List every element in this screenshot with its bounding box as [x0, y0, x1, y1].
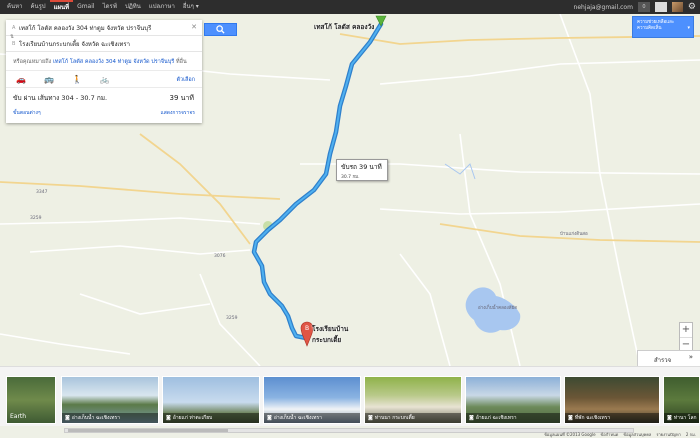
route-time: 39 นาที — [169, 94, 194, 102]
terms-link[interactable]: ข้อกำหนด — [601, 431, 619, 438]
road-number-2: 3259 — [30, 216, 42, 221]
earth-label: Earth — [10, 413, 27, 420]
svg-text:B: B — [305, 325, 309, 332]
car-icon[interactable]: 🚗 — [16, 75, 26, 84]
route-summary[interactable]: ขับ ผ่าน เส้นทาง 304 - 30.7 กม. 39 นาที … — [6, 88, 202, 123]
notifications-count[interactable]: 0 — [637, 2, 650, 12]
photo-thumbnail[interactable]: ◙ ที่พัก ฉะเชิงเทรา — [564, 376, 660, 424]
origin-marker-label: A — [12, 24, 16, 31]
road-number-4: 3259 — [226, 316, 238, 321]
earth-thumbnail[interactable]: Earth — [6, 376, 56, 424]
camera-icon: ◙ — [166, 415, 171, 421]
camera-icon: ◙ — [65, 415, 70, 421]
zoom-out-button[interactable]: − — [680, 337, 692, 351]
destination-input[interactable]: โรงเรียนบ้านกระบกเตี้ย จังหวัด ฉะเชิงเทร… — [19, 39, 130, 49]
photo-thumbnail[interactable]: ◙ อ่างเก็บน้ำ ฉะเชิงเทรา — [263, 376, 361, 424]
photo-thumbnail[interactable]: ◙ ท่านนา กระบกเตี้ย — [364, 376, 462, 424]
did-you-mean: หรือคุณหมายถึง เทสโก้ โลตัส คลองวัง 304 … — [6, 52, 202, 71]
start-marker-icon — [375, 15, 387, 27]
nav-calendar[interactable]: ปฏิทิน — [121, 0, 145, 14]
account-email[interactable]: nehjaja@gmail.com — [574, 4, 633, 11]
callout-distance: 30.7 กม. — [341, 175, 360, 180]
road-number-1: 3347 — [36, 190, 48, 195]
report-problem-link[interactable]: รายงานปัญหา — [656, 431, 681, 438]
travel-modes: 🚗 🚌 🚶 🚲 ตัวเลือก — [6, 71, 202, 88]
reservoir-label: อ่างเก็บน้ำคลองสียัด — [478, 306, 518, 311]
search-icon — [216, 25, 225, 34]
help-line-2: ความคิดเห็น — [637, 26, 662, 31]
camera-icon: ◙ — [568, 415, 573, 421]
help-feedback-button[interactable]: ความช่วยเหลือและ ความคิดเห็น ▾ — [632, 16, 694, 38]
photo-thumbnail[interactable]: ◙ อ่างเก็บน้ำ ฉะเชิงเทรา — [61, 376, 159, 424]
route-line — [251, 21, 384, 341]
camera-icon: ◙ — [469, 415, 474, 421]
place-label-village: บ้านแก่งดินสอ — [560, 232, 588, 237]
chevron-down-icon: ▾ — [687, 25, 690, 31]
suggest-prefix: หรือคุณหมายถึง — [13, 59, 52, 65]
share-button[interactable] — [654, 2, 667, 12]
origin-field[interactable]: A เทสโก้ โลตัส คลองวัง 304 ท่าตูม จังหวั… — [6, 20, 202, 36]
steps-link[interactable]: ขั้นตอนต่างๆ — [13, 109, 41, 117]
photo-thumbnail[interactable]: ◙ อ้ายแก่ ท่าตะเกียบ — [162, 376, 260, 424]
scrollbar-thumb[interactable] — [68, 429, 228, 432]
destination-field[interactable]: B โรงเรียนบ้านกระบกเตี้ย จังหวัด ฉะเชิงเ… — [6, 36, 202, 52]
traffic-link[interactable]: แสดงการจราจร — [160, 109, 195, 117]
callout-time: ขับรถ 39 นาที — [341, 163, 382, 171]
nav-gmail[interactable]: Gmail — [73, 0, 99, 14]
start-place-label[interactable]: เทสโก้ โลตัส คลองวัง — [314, 22, 374, 32]
map-footer: ข้อมูลแผนที่ ©2013 Google ข้อกำหนด ข้อมู… — [544, 431, 696, 438]
bicycle-icon[interactable]: 🚲 — [100, 75, 110, 84]
directions-panel: A เทสโก้ โลตัส คลองวัง 304 ท่าตูม จังหวั… — [6, 20, 202, 123]
top-nav: ค้นหา ค้นรูป แผนที่ Gmail ไดรฟ์ ปฏิทิน แ… — [3, 0, 203, 14]
road-number-3: 3076 — [214, 254, 226, 259]
nav-more[interactable]: อื่นๆ ▾ — [179, 0, 203, 14]
close-icon[interactable]: ✕ — [191, 23, 197, 31]
explore-label: สำรวจ — [654, 357, 672, 364]
end-place-label-2[interactable]: กระบกเตี้ย — [312, 335, 341, 345]
suggest-link[interactable]: เทสโก้ โลตัส คลองวัง 304 ท่าตูม จังหวัด … — [53, 59, 174, 65]
map-data-copyright: ข้อมูลแผนที่ ©2013 Google — [544, 432, 596, 437]
end-place-label-1[interactable]: โรงเรียนบ้าน — [312, 324, 348, 334]
options-link[interactable]: ตัวเลือก — [176, 76, 195, 84]
avatar[interactable] — [671, 2, 683, 12]
google-top-bar: ค้นหา ค้นรูป แผนที่ Gmail ไดรฟ์ ปฏิทิน แ… — [0, 0, 700, 14]
nav-images[interactable]: ค้นรูป — [26, 0, 49, 14]
destination-marker-label: B — [12, 40, 16, 47]
privacy-link[interactable]: ข้อมูลส่วนบุคคล — [623, 431, 651, 438]
nav-maps[interactable]: แผนที่ — [49, 0, 74, 14]
origin-input[interactable]: เทสโก้ โลตัส คลองวัง 304 ท่าตูม จังหวัด … — [19, 23, 151, 33]
explore-button[interactable]: สำรวจ » — [637, 350, 700, 366]
nav-search[interactable]: ค้นหา — [3, 0, 26, 14]
walk-icon[interactable]: 🚶 — [72, 75, 82, 84]
zoom-in-button[interactable]: + — [680, 323, 692, 337]
camera-icon: ◙ — [667, 415, 672, 421]
photo-thumbnail[interactable]: ◙ ท่านา โลก — [663, 376, 700, 424]
nav-translate[interactable]: แปลภาษา — [145, 0, 179, 14]
account-area: nehjaja@gmail.com 0 ⚙ — [574, 0, 700, 14]
scale-label: 2 กม. — [685, 432, 696, 437]
search-button[interactable] — [204, 23, 237, 36]
photo-strip: Earth ◙ อ่างเก็บน้ำ ฉะเชิงเทรา ◙ อ้ายแก่ ท… — [0, 366, 700, 426]
route-via: ขับ ผ่าน เส้นทาง 304 - 30.7 กม. — [13, 94, 108, 102]
chevron-double-down-icon: » — [688, 353, 693, 361]
zoom-control: + − — [679, 322, 693, 352]
nav-drive[interactable]: ไดรฟ์ — [99, 0, 121, 14]
gear-icon[interactable]: ⚙ — [688, 0, 696, 14]
camera-icon: ◙ — [368, 415, 373, 421]
route-line-inner — [253, 23, 382, 339]
photo-thumbnail[interactable]: ◙ อ้ายแก่ ฉะเชิงเทรา — [465, 376, 561, 424]
camera-icon: ◙ — [267, 415, 272, 421]
transit-icon[interactable]: 🚌 — [44, 75, 54, 84]
route-callout[interactable]: ขับรถ 39 นาที 30.7 กม. — [336, 159, 388, 181]
suggest-suffix: ที่อื่น — [176, 59, 187, 65]
